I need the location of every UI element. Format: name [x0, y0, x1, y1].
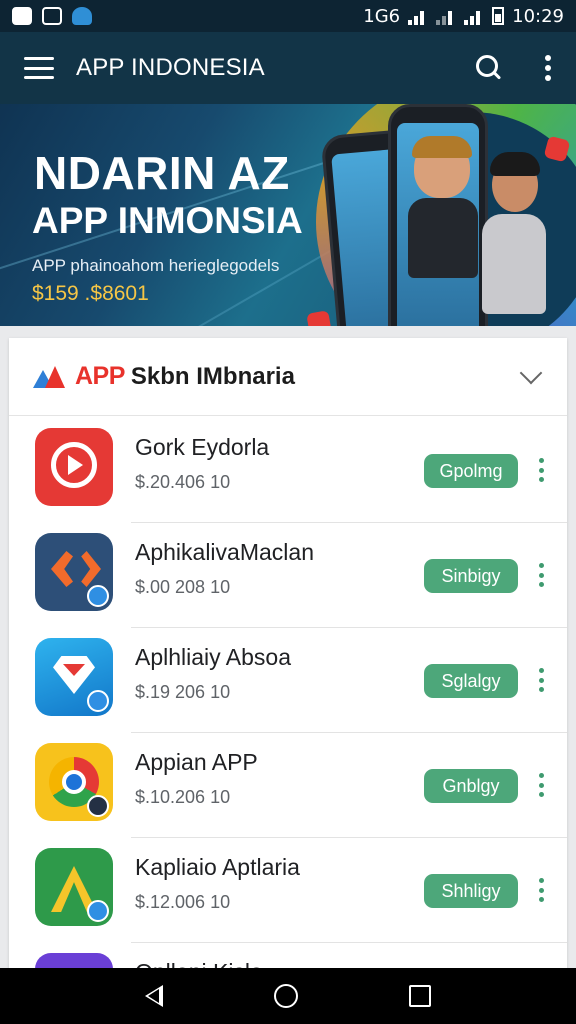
character-illustration	[482, 152, 546, 322]
recents-icon[interactable]	[408, 985, 431, 1007]
app-name: AphikalivaMaclan	[135, 539, 314, 565]
app-price: $.12.006 10	[135, 892, 231, 912]
app-price: $.19 206 10	[135, 682, 231, 702]
more-vert-icon[interactable]	[539, 878, 545, 902]
home-icon[interactable]	[273, 984, 298, 1008]
search-icon[interactable]	[474, 53, 504, 83]
install-button[interactable]: Gpolmg	[424, 454, 518, 488]
play-icon	[35, 428, 113, 506]
app-name: Kapliaio Aptlaria	[135, 854, 300, 880]
app-name: Appian APP	[135, 749, 258, 775]
brand-logo-text: APP	[75, 362, 125, 390]
battery-icon	[492, 7, 505, 25]
section-header[interactable]: APP Skbn IMbnaria	[9, 338, 567, 416]
badge-icon	[87, 900, 109, 922]
app-bar: APP INDONESIA	[0, 32, 576, 104]
list-item[interactable]: Kapliaio Aptlaria $.12.006 10 Shhligy	[9, 838, 567, 943]
banner-headline: NDARIN AZ	[34, 147, 290, 199]
list-item[interactable]: Gork Eydorla $.20.406 10 Gpolmg	[9, 418, 567, 523]
app-icon	[72, 7, 92, 25]
badge-icon	[87, 690, 109, 712]
banner-subtitle: APP phainoahom herieglegodels	[32, 256, 280, 275]
install-button[interactable]: Sglalgy	[424, 664, 518, 698]
signal-icon	[464, 7, 484, 25]
list-item[interactable]: Aplhliaiy Absoa $.19 206 10 Sglalgy	[9, 628, 567, 733]
badge-icon	[87, 585, 109, 607]
notification-icon	[12, 7, 32, 25]
app-name: Gork Eydorla	[135, 434, 270, 460]
chevron-down-icon[interactable]	[519, 361, 543, 384]
app-name: Aplhliaiy Absoa	[135, 644, 291, 670]
signal-icon	[436, 7, 456, 25]
back-icon[interactable]	[145, 985, 164, 1007]
app-list-card: APP Skbn IMbnaria Gork Eydorla $.20.406 …	[9, 338, 567, 1024]
wifi-icon	[408, 7, 428, 25]
character-illustration	[408, 136, 480, 286]
more-vert-icon[interactable]	[539, 563, 545, 587]
more-vert-icon[interactable]	[539, 773, 545, 797]
app-title: APP INDONESIA	[76, 54, 265, 81]
banner-price: $159 .$8601	[32, 282, 149, 305]
status-bar: 1G6 10:29	[0, 0, 576, 32]
section-title: Skbn IMbnaria	[130, 362, 295, 390]
install-button[interactable]: Gnblgy	[424, 769, 518, 803]
brand-logo-icon	[31, 365, 71, 388]
studio-icon	[35, 848, 113, 926]
clock: 10:29	[512, 5, 564, 27]
menu-icon[interactable]	[24, 57, 54, 79]
more-vert-icon[interactable]	[539, 668, 545, 692]
app-price: $.10.206 10	[135, 787, 231, 807]
banner-headline-2: APP INMONSIA	[32, 200, 303, 241]
chrome-icon	[35, 743, 113, 821]
network-label: 1G6	[363, 5, 401, 27]
star-icon	[87, 795, 109, 817]
app-price: $.20.406 10	[135, 472, 231, 492]
app-price: $.00 208 10	[135, 577, 231, 597]
list-item[interactable]: AphikalivaMaclan $.00 208 10 Sinbigy	[9, 523, 567, 628]
list-item[interactable]: Appian APP $.10.206 10 Gnblgy	[9, 733, 567, 838]
more-vert-icon[interactable]	[544, 55, 552, 81]
navigation-bar	[0, 968, 576, 1024]
diamond-icon	[35, 638, 113, 716]
install-button[interactable]: Shhligy	[424, 874, 518, 908]
code-icon	[35, 533, 113, 611]
install-button[interactable]: Sinbigy	[424, 559, 518, 593]
screenshot-icon	[42, 7, 62, 25]
floating-app-icon	[306, 310, 332, 326]
more-vert-icon[interactable]	[539, 458, 545, 482]
